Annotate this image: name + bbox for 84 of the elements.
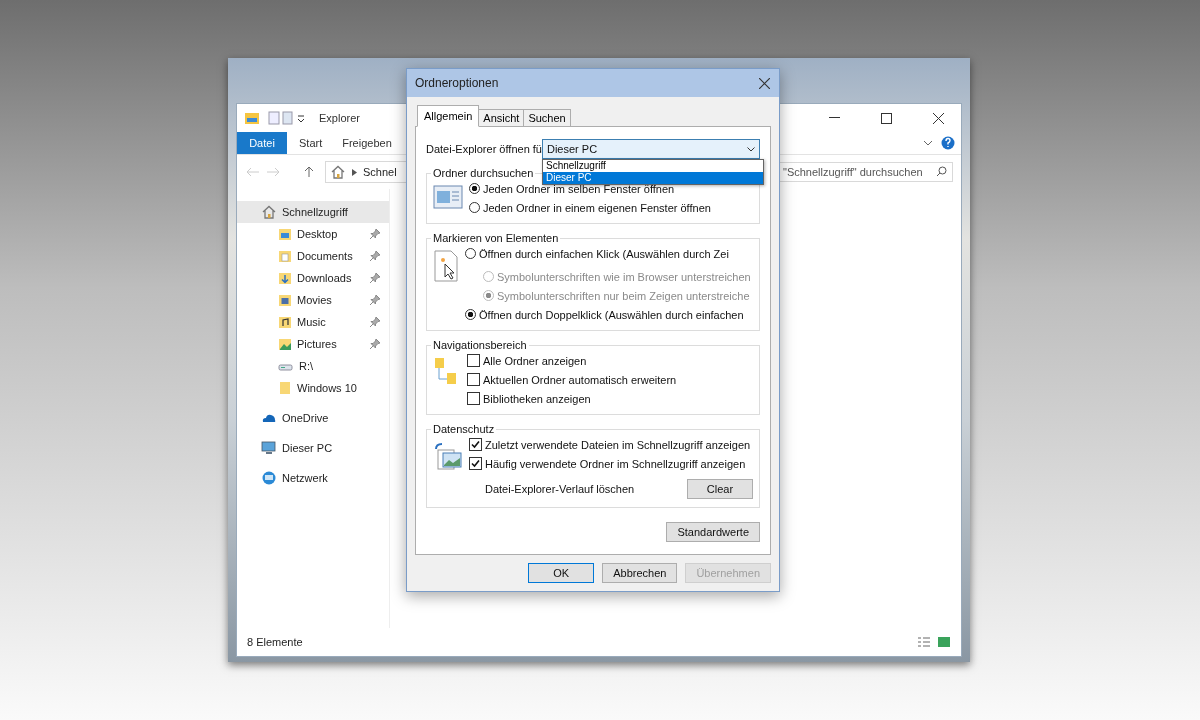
documents-folder-icon bbox=[278, 249, 292, 263]
search-icon bbox=[936, 166, 947, 177]
cursor-on-page-icon bbox=[433, 250, 459, 282]
checkbox[interactable] bbox=[469, 438, 482, 451]
radio-button[interactable] bbox=[465, 248, 476, 259]
large-icons-view-icon[interactable] bbox=[937, 636, 951, 648]
checkbox[interactable] bbox=[467, 354, 480, 367]
radio-button[interactable] bbox=[469, 183, 480, 194]
dialog-title: Ordneroptionen bbox=[415, 76, 500, 90]
ribbon-tab[interactable]: Datei bbox=[237, 132, 287, 154]
close-icon bbox=[758, 77, 770, 89]
nav-item[interactable]: Downloads bbox=[237, 267, 389, 289]
checkbox-option[interactable]: Alle Ordner anzeigen bbox=[467, 353, 753, 368]
minimize-icon bbox=[828, 117, 840, 119]
pin-icon bbox=[369, 338, 381, 350]
clear-history-label: Datei-Explorer-Verlauf löschen bbox=[485, 483, 635, 495]
dialog-button[interactable]: OK bbox=[528, 563, 595, 583]
nav-item[interactable]: R:\ bbox=[237, 355, 389, 377]
nav-item[interactable]: Schnellzugriff bbox=[237, 201, 389, 223]
checkbox[interactable] bbox=[467, 373, 480, 386]
dialog-tab[interactable]: Allgemein bbox=[417, 105, 480, 127]
nav-item[interactable]: Windows 10 bbox=[237, 377, 389, 399]
recent-files-icon bbox=[433, 441, 463, 471]
nav-item[interactable]: Desktop bbox=[237, 223, 389, 245]
music-folder-icon bbox=[278, 315, 292, 329]
group-title: Datenschutz bbox=[432, 423, 496, 435]
checkmark-icon bbox=[471, 440, 480, 449]
chevron-down-icon bbox=[747, 146, 755, 152]
nav-item[interactable]: Dieser PC bbox=[237, 437, 389, 459]
network-icon bbox=[261, 470, 277, 486]
cloud-icon bbox=[261, 412, 277, 424]
dropdown-option[interactable]: Schnellzugriff bbox=[543, 160, 763, 172]
dropdown-option[interactable]: Dieser PC bbox=[543, 172, 763, 184]
radio-option[interactable]: Jeden Ordner im selben Fenster öffnen bbox=[469, 181, 753, 196]
ribbon-tab[interactable]: Start bbox=[291, 132, 331, 154]
checkbox-option[interactable]: Aktuellen Ordner automatisch erweitern bbox=[467, 372, 753, 387]
pin-icon bbox=[369, 316, 381, 328]
close-icon bbox=[932, 112, 944, 124]
radio-option[interactable]: Öffnen durch einfachen Klick (Auswählen durch Zei bbox=[465, 246, 753, 261]
radio-button[interactable] bbox=[465, 309, 476, 320]
group-title: Markieren von Elementen bbox=[432, 232, 560, 244]
nav-item[interactable]: OneDrive bbox=[237, 407, 389, 429]
pin-icon bbox=[369, 272, 381, 284]
group-title: Ordner durchsuchen bbox=[432, 167, 535, 179]
radio-option[interactable]: Öffnen durch Doppelklick (Auswählen durch einfachen bbox=[465, 307, 753, 322]
radio-button[interactable] bbox=[469, 202, 480, 213]
maximize-icon bbox=[880, 112, 892, 124]
home-icon bbox=[330, 165, 346, 179]
folder-icon bbox=[245, 112, 259, 124]
dialog-tab[interactable]: Suchen bbox=[523, 109, 571, 127]
checkbox[interactable] bbox=[467, 392, 480, 405]
search-field[interactable]: "Schnellzugriff" durchsuchen bbox=[777, 162, 953, 182]
open-for-label: Datei-Explorer öffnen fü bbox=[426, 143, 542, 155]
checkbox[interactable] bbox=[469, 457, 482, 470]
computer-icon bbox=[261, 441, 277, 455]
nav-item[interactable]: Pictures bbox=[237, 333, 389, 355]
checkbox-option[interactable]: Zuletzt verwendete Dateien im Schnellzugriff anzeigen bbox=[469, 437, 753, 452]
pictures-folder-icon bbox=[278, 337, 292, 351]
breadcrumb-arrow-icon bbox=[352, 168, 357, 176]
window-title: Explorer bbox=[319, 112, 360, 124]
folder-icon bbox=[278, 381, 292, 395]
radio-option[interactable]: Jeden Ordner in einem eigenen Fenster öffnen bbox=[469, 200, 753, 215]
checkmark-icon bbox=[471, 459, 480, 468]
pin-icon bbox=[369, 294, 381, 306]
home-icon bbox=[261, 205, 277, 219]
nav-item[interactable]: Movies bbox=[237, 289, 389, 311]
desktop-folder-icon bbox=[278, 227, 292, 241]
restore-defaults-button[interactable]: Standardwerte bbox=[666, 522, 760, 542]
dropdown[interactable]: Dieser PC bbox=[542, 139, 760, 159]
downloads-folder-icon bbox=[278, 271, 292, 285]
nav-item[interactable]: Music bbox=[237, 311, 389, 333]
window-icon bbox=[433, 185, 463, 209]
nav-item[interactable]: Documents bbox=[237, 245, 389, 267]
clear-button[interactable]: Clear bbox=[687, 479, 753, 499]
ribbon-tab[interactable]: Freigeben bbox=[334, 132, 400, 154]
item-count: 8 Elemente bbox=[247, 636, 303, 648]
group-title: Navigationsbereich bbox=[432, 339, 528, 351]
movies-folder-icon bbox=[278, 293, 292, 307]
checkbox-option[interactable]: Bibliotheken anzeigen bbox=[467, 391, 753, 406]
dialog-button[interactable]: Abbrechen bbox=[602, 563, 678, 583]
checkbox-option[interactable]: Häufig verwendete Ordner im Schnellzugriff anzeigen bbox=[469, 456, 753, 471]
pin-icon bbox=[369, 250, 381, 262]
nav-item[interactable]: Netzwerk bbox=[237, 467, 389, 489]
pin-icon bbox=[369, 228, 381, 240]
